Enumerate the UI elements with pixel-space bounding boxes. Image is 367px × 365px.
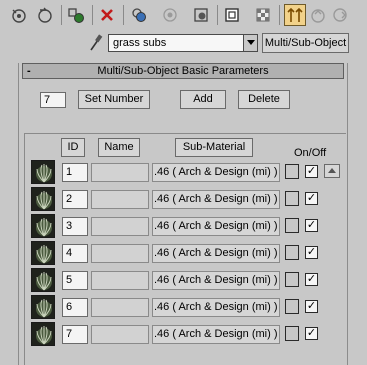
material-swatch[interactable] [31,295,55,319]
material-swatch[interactable] [31,241,55,265]
on-off-checkbox[interactable]: ✓ [305,300,318,313]
sub-material-row: 3 .46 ( Arch & Design (mi) ) ✓ [0,214,367,241]
material-id-channel-icon[interactable] [221,4,243,26]
material-type-button[interactable]: Multi/Sub-Object [262,33,349,53]
delete-button[interactable]: Delete [238,90,290,109]
color-swatch[interactable] [285,245,299,260]
id-field[interactable]: 7 [62,325,88,344]
assign-material-icon[interactable] [65,4,87,26]
sub-material-row: 5 .46 ( Arch & Design (mi) ) ✓ [0,268,367,295]
sub-material-button[interactable]: .46 ( Arch & Design (mi) ) [152,298,280,317]
put-to-library-icon[interactable] [190,4,212,26]
sub-material-button[interactable]: .46 ( Arch & Design (mi) ) [152,190,280,209]
id-field[interactable]: 1 [62,163,88,182]
id-field[interactable]: 6 [62,298,88,317]
toolbar-separator [279,5,280,25]
sub-material-button[interactable]: .46 ( Arch & Design (mi) ) [152,163,280,182]
on-off-checkbox[interactable]: ✓ [305,192,318,205]
on-off-checkbox[interactable]: ✓ [305,219,318,232]
set-number-button[interactable]: Set Number [78,90,150,109]
sub-material-row: 1 .46 ( Arch & Design (mi) ) ✓ [0,160,367,187]
toolbar-separator [217,5,218,25]
material-swatch[interactable] [31,322,55,346]
color-swatch[interactable] [285,191,299,206]
on-off-checkbox[interactable]: ✓ [305,273,318,286]
get-material-icon[interactable] [8,4,30,26]
color-swatch[interactable] [285,326,299,341]
sort-by-sub-material-button[interactable]: Sub-Material [175,138,253,157]
show-map-icon[interactable] [252,4,274,26]
id-field[interactable]: 3 [62,217,88,236]
on-off-checkbox[interactable]: ✓ [305,327,318,340]
sub-material-button[interactable]: .46 ( Arch & Design (mi) ) [152,325,280,344]
color-swatch[interactable] [285,164,299,179]
rollout-title: Multi/Sub-Object Basic Parameters [97,65,269,77]
collapse-icon[interactable]: - [27,64,31,78]
color-swatch[interactable] [285,218,299,233]
color-swatch[interactable] [285,272,299,287]
rollout-header[interactable]: - Multi/Sub-Object Basic Parameters [22,63,344,79]
material-swatch[interactable] [31,214,55,238]
color-swatch[interactable] [285,299,299,314]
material-swatch[interactable] [31,268,55,292]
name-field[interactable] [91,217,149,236]
material-name-combo[interactable]: grass subs [108,34,258,52]
toolbar-separator [92,5,93,25]
sub-material-button[interactable]: .46 ( Arch & Design (mi) ) [152,217,280,236]
name-field[interactable] [91,190,149,209]
pick-material-icon[interactable] [88,33,104,53]
material-name-value: grass subs [113,37,167,49]
toolbar-separator [123,5,124,25]
id-field[interactable]: 5 [62,271,88,290]
add-button[interactable]: Add [180,90,226,109]
make-unique-icon[interactable] [159,4,181,26]
material-swatch[interactable] [31,187,55,211]
chevron-down-icon[interactable] [243,35,257,51]
sub-material-row: 2 .46 ( Arch & Design (mi) ) ✓ [0,187,367,214]
show-end-result-icon[interactable] [284,4,306,26]
name-field[interactable] [91,325,149,344]
make-copy-icon[interactable] [128,4,150,26]
id-field[interactable]: 2 [62,190,88,209]
toolbar-separator [61,5,62,25]
go-to-parent-icon[interactable] [307,4,329,26]
sub-material-row: 4 .46 ( Arch & Design (mi) ) ✓ [0,241,367,268]
on-off-label: On/Off [294,147,327,159]
sub-material-button[interactable]: .46 ( Arch & Design (mi) ) [152,271,280,290]
material-swatch[interactable] [31,160,55,184]
name-field[interactable] [91,271,149,290]
sort-by-id-button[interactable]: ID [61,138,85,157]
id-field[interactable]: 4 [62,244,88,263]
sub-material-row: 7 .46 ( Arch & Design (mi) ) ✓ [0,322,367,349]
name-field[interactable] [91,244,149,263]
go-forward-icon[interactable] [330,4,352,26]
on-off-checkbox[interactable]: ✓ [305,165,318,178]
put-to-scene-icon[interactable] [34,4,56,26]
sort-by-name-button[interactable]: Name [98,138,140,157]
material-editor-toolbar [0,0,367,30]
reset-icon[interactable] [96,4,118,26]
on-off-checkbox[interactable]: ✓ [305,246,318,259]
name-field[interactable] [91,298,149,317]
name-field[interactable] [91,163,149,182]
material-count-field[interactable]: 7 [40,92,66,108]
sub-material-button[interactable]: .46 ( Arch & Design (mi) ) [152,244,280,263]
sub-material-row: 6 .46 ( Arch & Design (mi) ) ✓ [0,295,367,322]
